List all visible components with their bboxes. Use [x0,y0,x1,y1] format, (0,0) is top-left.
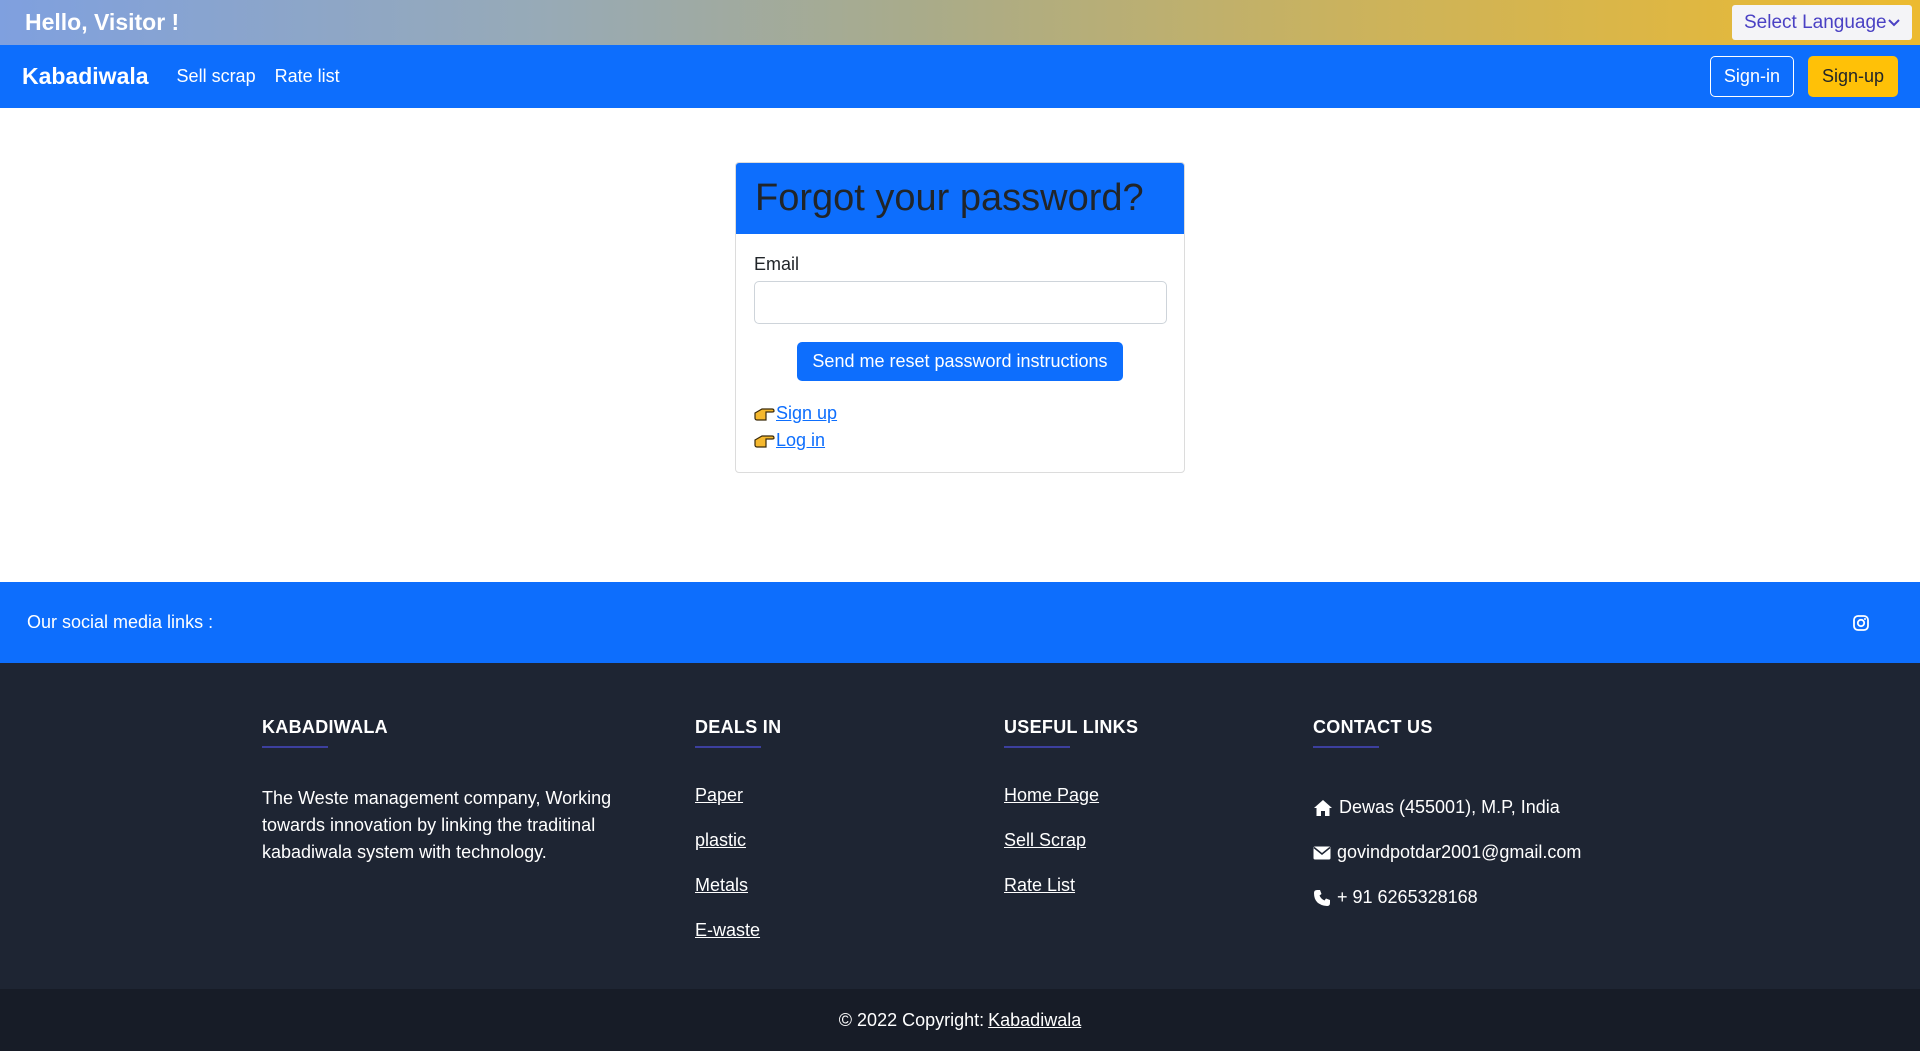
copyright-text: © 2022 Copyright: [838,1009,985,1030]
top-greeting-bar: Hello, Visitor ! Select Language [0,0,1920,45]
nav-link-sell-scrap[interactable]: Sell scrap [177,66,256,87]
send-reset-instructions-button[interactable]: Send me reset password instructions [797,342,1123,381]
heading-divider [1004,746,1070,748]
email-label: Email [754,254,800,274]
social-media-bar: Our social media links : [0,582,1920,663]
copyright-bar: © 2022 Copyright: Kabadiwala [0,989,1920,1051]
nav-link-rate-list[interactable]: Rate list [275,66,340,87]
contact-address-text: Dewas (455001), M.P, India [1339,797,1560,817]
useful-link-home-page[interactable]: Home Page [1004,785,1224,830]
page-title: Forgot your password? [755,177,1144,219]
main-navbar: Kabadiwala Sell scrap Rate list Sign-in … [0,45,1920,108]
copyright-link[interactable]: Kabadiwala [988,1010,1081,1031]
footer-about-column: KABADIWALA The Weste management company,… [262,717,612,866]
signup-link[interactable]: Sign up [776,403,837,424]
footer-contact-heading: CONTACT US [1313,717,1433,737]
useful-link-rate-list[interactable]: Rate List [1004,875,1224,920]
login-link-row: Log in [754,427,1166,454]
signup-link-row: Sign up [754,400,1166,427]
contact-address: Dewas (455001), M.P, India [1313,785,1653,830]
language-select[interactable]: Select Language [1732,5,1912,40]
envelope-icon [1313,846,1331,859]
auth-links: Sign up Log in [754,400,1166,454]
footer-useful-heading: USEFUL LINKS [1004,717,1139,737]
useful-link-sell-scrap[interactable]: Sell Scrap [1004,830,1224,875]
signin-button[interactable]: Sign-in [1709,56,1794,97]
social-media-label: Our social media links : [27,612,214,632]
contact-email-text: govindpotdar2001@gmail.com [1337,842,1582,862]
footer-useful-links-column: USEFUL LINKS Home Page Sell Scrap Rate L… [1004,717,1224,920]
heading-divider [695,746,761,748]
forgot-password-card: Forgot your password? Email Send me rese… [735,162,1185,473]
chevron-down-icon [1888,15,1900,30]
home-icon [1314,799,1332,816]
heading-divider [1313,746,1379,748]
main-content: Forgot your password? Email Send me rese… [0,108,1920,582]
login-link[interactable]: Log in [776,430,825,451]
contact-email: govindpotdar2001@gmail.com [1313,830,1653,875]
footer-contact-column: CONTACT US Dewas (455001), M.P, India go… [1313,717,1653,920]
signup-button[interactable]: Sign-up [1807,56,1898,97]
deals-link-metals[interactable]: Metals [695,875,895,920]
heading-divider [262,746,328,748]
language-select-value: Select Language [1744,11,1887,33]
footer-about-text: The Weste management company, Working to… [262,788,612,862]
pointing-hand-icon [754,406,776,422]
site-footer: KABADIWALA The Weste management company,… [0,663,1920,989]
email-field[interactable] [754,281,1167,324]
deals-link-e-waste[interactable]: E-waste [695,920,895,965]
pointing-hand-icon [754,433,776,449]
footer-deals-column: DEALS IN Paper plastic Metals E-waste [695,717,895,965]
contact-phone: + 91 6265328168 [1313,875,1653,920]
footer-about-heading: KABADIWALA [262,717,388,737]
phone-icon [1314,889,1330,906]
footer-deals-heading: DEALS IN [695,717,782,737]
brand-logo[interactable]: Kabadiwala [22,63,149,90]
contact-phone-text: + 91 6265328168 [1337,887,1478,907]
card-body: Email Send me reset password instruction… [736,234,1184,472]
card-header: Forgot your password? [736,163,1184,234]
deals-link-paper[interactable]: Paper [695,785,895,830]
greeting-text: Hello, Visitor ! [25,9,180,35]
instagram-icon[interactable] [1852,614,1870,632]
deals-link-plastic[interactable]: plastic [695,830,895,875]
